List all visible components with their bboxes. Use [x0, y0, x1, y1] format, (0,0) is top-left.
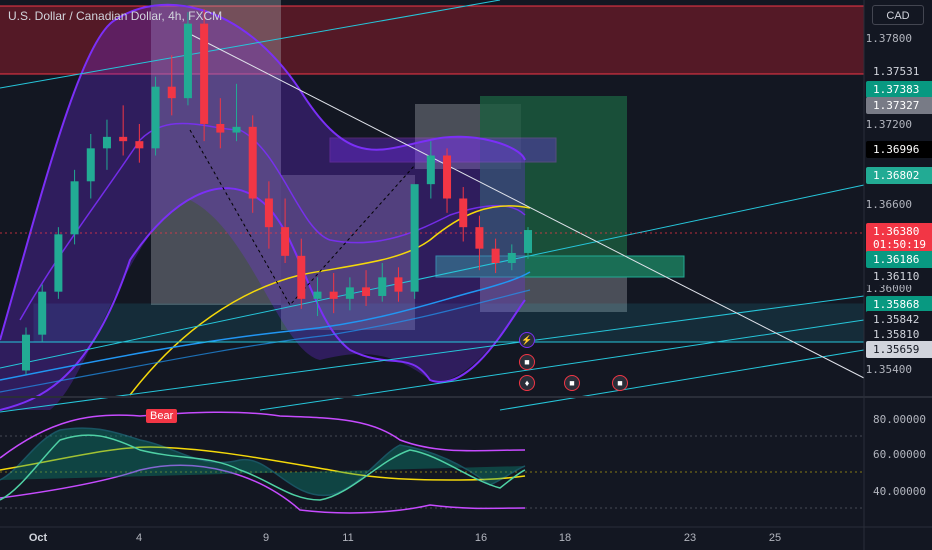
lightning-event-icon[interactable]: ⚡: [519, 332, 535, 348]
osc-tick: 40.00000: [873, 485, 926, 498]
candle-body: [329, 291, 338, 299]
candle-body: [183, 23, 192, 99]
candle-body: [281, 227, 290, 256]
price-badge: 1.36110: [866, 268, 932, 285]
osc-tick: 60.00000: [873, 448, 926, 461]
candle-body: [135, 141, 144, 149]
price-tick: 1.37800: [865, 32, 912, 45]
candle-body: [426, 155, 435, 185]
candle-body: [70, 181, 79, 235]
candle-body: [459, 198, 468, 228]
symbol-name-full: U.S. Dollar / Canadian Dollar: [8, 9, 162, 23]
time-tick: Oct: [28, 532, 48, 544]
price-badge: 1.36996: [866, 141, 932, 158]
candle-body: [491, 248, 500, 263]
price-badge: 1.36802: [866, 167, 932, 184]
candle-body: [151, 86, 160, 149]
price-badge: 1.35659: [866, 341, 932, 358]
exchange: FXCM: [188, 9, 223, 23]
candle-body: [507, 252, 516, 263]
time-tick: 4: [135, 532, 143, 544]
time-tick: 16: [474, 532, 488, 544]
price-badge: 1.37327: [866, 97, 932, 114]
price-badge: 1.37383: [866, 81, 932, 98]
candle-body: [54, 234, 63, 292]
candle-body: [119, 136, 128, 142]
candle-body: [297, 255, 306, 299]
candle-body: [22, 334, 30, 371]
time-tick: 23: [683, 532, 697, 544]
candle-body: [232, 126, 241, 133]
price-tick: 1.37200: [865, 118, 912, 131]
us-flag-event-icon[interactable]: ■: [564, 375, 580, 391]
candle-body: [394, 277, 403, 292]
canada-flag-event-icon[interactable]: ♦: [519, 375, 535, 391]
candle-body: [362, 287, 371, 296]
currency-selector[interactable]: CAD: [872, 5, 924, 25]
candle-body: [248, 126, 257, 199]
candle-body: [443, 155, 452, 199]
candle-body: [216, 123, 225, 133]
us-flag-event-icon[interactable]: ■: [519, 354, 535, 370]
symbol-title[interactable]: U.S. Dollar / Canadian Dollar, 4h, FXCM: [8, 9, 222, 23]
time-tick: 25: [768, 532, 782, 544]
candle-body: [378, 277, 387, 296]
candle-body: [264, 198, 273, 228]
candle-body: [410, 184, 419, 292]
candle-body: [345, 287, 354, 299]
candle-body: [86, 148, 95, 182]
candle-body: [102, 136, 111, 149]
price-chart[interactable]: [0, 0, 932, 550]
price-badge: 1.36186: [866, 251, 932, 268]
time-tick: 18: [558, 532, 572, 544]
candle-body: [38, 291, 47, 335]
candle-body: [167, 86, 176, 99]
price-tick: 1.36600: [865, 198, 912, 211]
candle-body: [200, 23, 209, 124]
candle-body: [524, 230, 532, 253]
price-badge: 1.37531: [866, 63, 932, 80]
time-tick: 11: [342, 532, 354, 544]
bear-signal-label: Bear: [146, 409, 178, 423]
time-tick: 9: [262, 532, 270, 544]
candle-body: [475, 227, 484, 249]
candle-body: [313, 291, 322, 299]
us-flag-event-icon[interactable]: ■: [612, 375, 628, 391]
timeframe[interactable]: 4h: [168, 9, 181, 23]
osc-tick: 80.00000: [873, 413, 926, 426]
oscillator-pane: [0, 411, 864, 514]
price-tick: 1.35400: [865, 363, 912, 376]
